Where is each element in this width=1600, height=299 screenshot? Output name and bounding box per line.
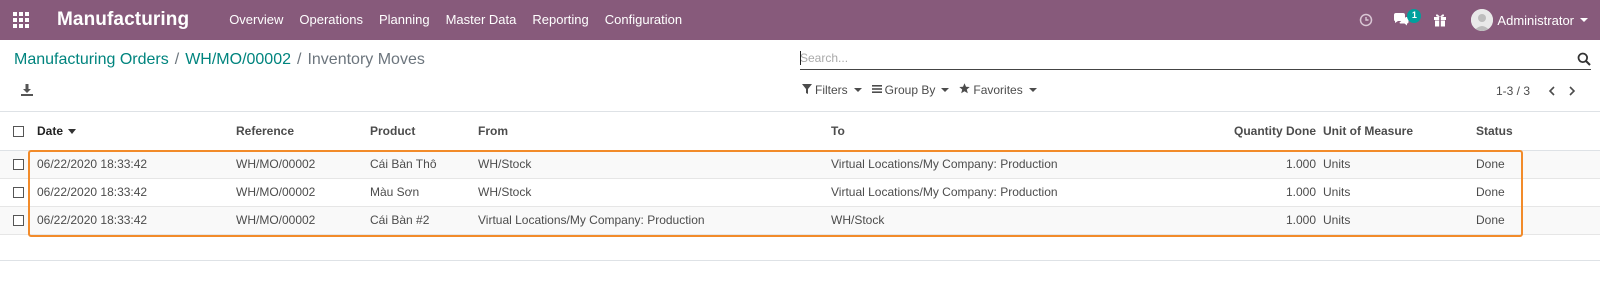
filters-button[interactable]: Filters xyxy=(802,83,862,97)
user-menu[interactable]: Administrator xyxy=(1457,0,1600,40)
search-input[interactable] xyxy=(800,48,1550,68)
breadcrumb-separator: / xyxy=(297,51,302,68)
column-header-date[interactable]: Date xyxy=(37,112,236,151)
cell-product: Cái Bàn #2 xyxy=(370,206,478,235)
cell-reference: WH/MO/00002 xyxy=(236,150,370,179)
table-row[interactable]: 06/22/2020 18:33:42 WH/MO/00002 Màu Sơn … xyxy=(0,178,1600,207)
gift-icon[interactable] xyxy=(1423,0,1457,40)
moves-table: Date Reference Product From To Quantity … xyxy=(0,112,1600,261)
user-menu-caret-icon xyxy=(1580,18,1588,22)
cell-reference: WH/MO/00002 xyxy=(236,206,370,235)
table-footer-row xyxy=(0,234,1600,261)
cell-quantity-done: 1.000 xyxy=(1128,150,1316,179)
menu-item-planning[interactable]: Planning xyxy=(371,0,438,40)
cell-unit-of-measure: Units xyxy=(1323,178,1476,207)
select-all-checkbox[interactable] xyxy=(13,126,24,138)
apps-menu-icon[interactable] xyxy=(0,0,42,40)
list-view: Date Reference Product From To Quantity … xyxy=(0,112,1600,261)
cell-product: Màu Sơn xyxy=(370,178,478,207)
cell-quantity-done: 1.000 xyxy=(1128,206,1316,235)
pager: 1-3 / 3 xyxy=(1496,83,1582,99)
cell-date: 06/22/2020 18:33:42 xyxy=(37,178,236,207)
row-checkbox[interactable] xyxy=(13,187,24,199)
column-header-product[interactable]: Product xyxy=(370,112,478,151)
control-panel: Manufacturing Orders / WH/MO/00002 / Inv… xyxy=(0,40,1600,112)
group-by-button[interactable]: Group By xyxy=(871,83,950,97)
search-text-cursor xyxy=(800,51,801,65)
cell-date: 06/22/2020 18:33:42 xyxy=(37,206,236,235)
app-brand[interactable]: Manufacturing xyxy=(57,9,189,31)
column-header-from[interactable]: From xyxy=(478,112,831,151)
cell-product: Cái Bàn Thô xyxy=(370,150,478,179)
pager-previous-icon[interactable] xyxy=(1542,83,1562,99)
cell-status: Done xyxy=(1476,150,1600,179)
column-header-reference[interactable]: Reference xyxy=(236,112,370,151)
pager-value[interactable]: 1-3 / 3 xyxy=(1496,84,1530,98)
row-checkbox[interactable] xyxy=(13,159,24,171)
table-row[interactable]: 06/22/2020 18:33:42 WH/MO/00002 Cái Bàn … xyxy=(0,206,1600,235)
top-navbar: Manufacturing Overview Operations Planni… xyxy=(0,0,1600,40)
table-row[interactable]: 06/22/2020 18:33:42 WH/MO/00002 Cái Bàn … xyxy=(0,150,1600,179)
breadcrumb-current: Inventory Moves xyxy=(307,51,425,68)
filters-label: Filters xyxy=(815,83,848,97)
column-header-status[interactable]: Status xyxy=(1476,112,1600,151)
menu-item-configuration[interactable]: Configuration xyxy=(597,0,690,40)
user-name: Administrator xyxy=(1497,12,1574,28)
filter-icon xyxy=(802,83,812,97)
sort-desc-icon xyxy=(68,129,77,135)
main-menu: Overview Operations Planning Master Data… xyxy=(221,0,690,40)
breadcrumb-order[interactable]: WH/MO/00002 xyxy=(185,51,291,69)
menu-item-master-data[interactable]: Master Data xyxy=(438,0,525,40)
cell-to: Virtual Locations/My Company: Production xyxy=(831,178,1128,207)
cell-unit-of-measure: Units xyxy=(1323,206,1476,235)
menu-item-overview[interactable]: Overview xyxy=(221,0,291,40)
cell-reference: WH/MO/00002 xyxy=(236,178,370,207)
row-checkbox[interactable] xyxy=(13,215,24,227)
cell-date: 06/22/2020 18:33:42 xyxy=(37,150,236,179)
menu-item-reporting[interactable]: Reporting xyxy=(524,0,596,40)
messages-count-badge: 1 xyxy=(1407,9,1422,23)
breadcrumb: Manufacturing Orders / WH/MO/00002 / Inv… xyxy=(14,51,425,69)
favorites-caret-icon xyxy=(1028,88,1037,92)
activity-clock-icon[interactable] xyxy=(1349,0,1383,40)
column-header-to[interactable]: To xyxy=(831,112,1128,151)
filters-caret-icon xyxy=(853,88,862,92)
group-by-label: Group By xyxy=(884,83,936,97)
cell-unit-of-measure: Units xyxy=(1323,150,1476,179)
search-options: Filters Group By Favorites xyxy=(802,83,1047,97)
favorites-button[interactable]: Favorites xyxy=(959,83,1037,97)
cell-status: Done xyxy=(1476,178,1600,207)
star-icon xyxy=(959,83,971,97)
cell-from: WH/Stock xyxy=(478,150,831,179)
group-by-icon xyxy=(871,83,882,97)
cell-to: Virtual Locations/My Company: Production xyxy=(831,150,1128,179)
cell-quantity-done: 1.000 xyxy=(1128,178,1316,207)
table-header-row: Date Reference Product From To Quantity … xyxy=(0,112,1600,151)
user-avatar xyxy=(1471,9,1494,31)
column-header-quantity-done[interactable]: Quantity Done xyxy=(1128,112,1316,151)
breadcrumb-manufacturing-orders[interactable]: Manufacturing Orders xyxy=(14,51,169,69)
group-by-caret-icon xyxy=(941,88,950,92)
menu-item-operations[interactable]: Operations xyxy=(291,0,371,40)
pager-next-icon[interactable] xyxy=(1562,83,1582,99)
search-icon[interactable] xyxy=(1577,52,1591,66)
messages-icon[interactable]: 1 xyxy=(1383,0,1423,40)
favorites-label: Favorites xyxy=(973,83,1023,97)
navbar-systray: 1 Administrator xyxy=(1349,0,1600,40)
breadcrumb-separator: / xyxy=(174,51,180,68)
cell-from: Virtual Locations/My Company: Production xyxy=(478,206,831,235)
cell-to: WH/Stock xyxy=(831,206,1128,235)
cell-from: WH/Stock xyxy=(478,178,831,207)
search-box xyxy=(800,48,1591,70)
cell-status: Done xyxy=(1476,206,1600,235)
download-icon[interactable] xyxy=(20,83,36,99)
column-header-unit-of-measure[interactable]: Unit of Measure xyxy=(1323,112,1476,151)
